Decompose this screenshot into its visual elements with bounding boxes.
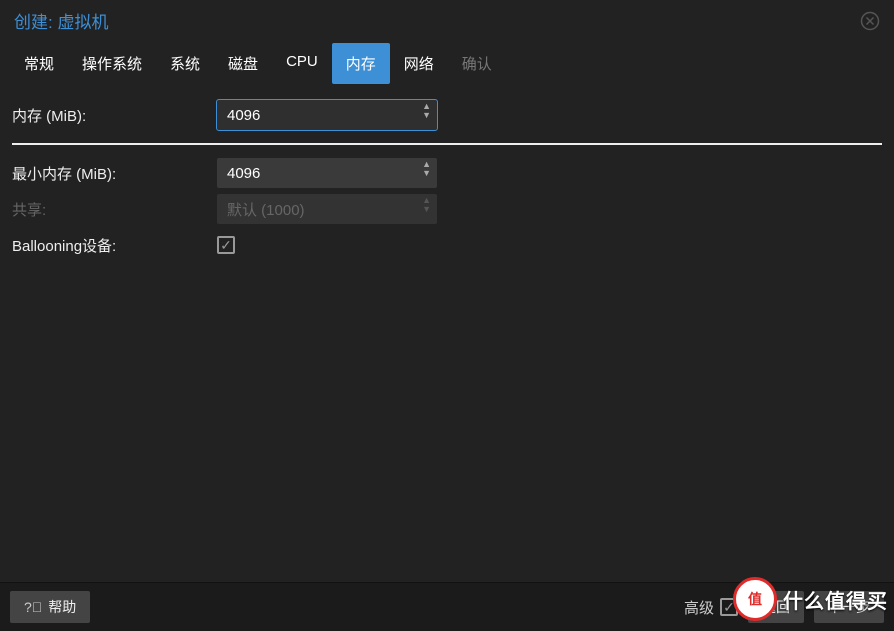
advanced-label: 高级 bbox=[684, 597, 714, 618]
spinner-arrows[interactable]: ▲ ▼ bbox=[422, 164, 431, 182]
chevron-down-icon[interactable]: ▼ bbox=[422, 115, 431, 124]
shares-label: 共享: bbox=[12, 199, 217, 220]
tab-memory[interactable]: 内存 bbox=[332, 43, 390, 84]
memory-row: 内存 (MiB): ▲ ▼ bbox=[12, 97, 882, 133]
min-memory-input[interactable] bbox=[227, 165, 411, 182]
footer-right: 高级 返回 下一步 bbox=[684, 591, 884, 623]
help-icon: ?⃝ bbox=[24, 599, 42, 615]
back-button[interactable]: 返回 bbox=[748, 591, 804, 623]
balloon-row: Ballooning设备: bbox=[12, 227, 882, 263]
tab-general[interactable]: 常规 bbox=[10, 43, 68, 84]
shares-value: 默认 (1000) bbox=[227, 199, 305, 220]
dialog-footer: ?⃝ 帮助 高级 返回 下一步 bbox=[0, 582, 894, 631]
dialog-header: 创建: 虚拟机 bbox=[0, 0, 894, 37]
chevron-down-icon: ▼ bbox=[422, 209, 431, 218]
memory-input[interactable] bbox=[227, 107, 411, 124]
balloon-checkbox[interactable] bbox=[217, 236, 235, 254]
min-memory-row: 最小内存 (MiB): ▲ ▼ bbox=[12, 155, 882, 191]
tab-os[interactable]: 操作系统 bbox=[68, 43, 156, 84]
advanced-checkbox[interactable] bbox=[720, 598, 738, 616]
shares-field: 默认 (1000) ▲ ▼ bbox=[217, 194, 437, 224]
tab-strip: 常规 操作系统 系统 磁盘 CPU 内存 网络 确认 bbox=[0, 37, 894, 85]
help-button[interactable]: ?⃝ 帮助 bbox=[10, 591, 90, 623]
dialog-title: 创建: 虚拟机 bbox=[14, 8, 108, 33]
back-button-label: 返回 bbox=[762, 597, 790, 617]
next-button-label: 下一步 bbox=[828, 597, 870, 617]
memory-label: 内存 (MiB): bbox=[12, 105, 217, 126]
tab-system[interactable]: 系统 bbox=[156, 43, 214, 84]
tab-confirm: 确认 bbox=[448, 43, 506, 84]
create-vm-dialog: 创建: 虚拟机 常规 操作系统 系统 磁盘 CPU 内存 网络 确认 内存 (M… bbox=[0, 0, 894, 631]
min-memory-field[interactable]: ▲ ▼ bbox=[217, 158, 437, 188]
spinner-arrows[interactable]: ▲ ▼ bbox=[422, 106, 431, 124]
tab-network[interactable]: 网络 bbox=[390, 43, 448, 84]
memory-panel: 内存 (MiB): ▲ ▼ 最小内存 (MiB): ▲ ▼ 共享: bbox=[0, 85, 894, 582]
spinner-arrows: ▲ ▼ bbox=[422, 200, 431, 218]
balloon-label: Ballooning设备: bbox=[12, 235, 217, 256]
chevron-down-icon[interactable]: ▼ bbox=[422, 173, 431, 182]
tab-disk[interactable]: 磁盘 bbox=[214, 43, 272, 84]
tab-cpu[interactable]: CPU bbox=[272, 43, 332, 84]
advanced-toggle[interactable]: 高级 bbox=[684, 597, 738, 618]
close-icon[interactable] bbox=[860, 11, 880, 31]
memory-field[interactable]: ▲ ▼ bbox=[217, 100, 437, 130]
shares-row: 共享: 默认 (1000) ▲ ▼ bbox=[12, 191, 882, 227]
separator bbox=[12, 143, 882, 145]
next-button[interactable]: 下一步 bbox=[814, 591, 884, 623]
help-button-label: 帮助 bbox=[48, 597, 76, 617]
min-memory-label: 最小内存 (MiB): bbox=[12, 163, 217, 184]
